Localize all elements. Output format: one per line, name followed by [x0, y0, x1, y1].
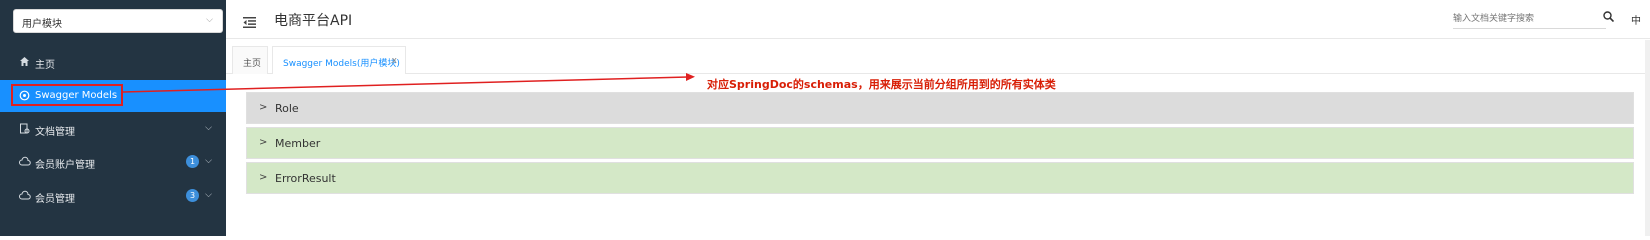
chevron-down-icon: ⌵: [205, 123, 212, 133]
page-title: 电商平台API: [274, 13, 353, 29]
sidebar-item-members[interactable]: 会员管理 3 ⌵: [0, 180, 226, 212]
document-icon: [19, 123, 30, 134]
chevron-right-icon: >: [259, 172, 268, 183]
sidebar-item-documents[interactable]: 文档管理 ⌵: [0, 113, 226, 145]
cloud-icon: [19, 190, 31, 201]
chevron-down-icon: ⌵: [206, 15, 213, 25]
chevron-right-icon: >: [259, 137, 268, 148]
chevron-down-icon: ⌵: [205, 156, 212, 166]
model-name: ErrorResult: [275, 172, 336, 185]
sidebar-item-label: 会员管理: [35, 194, 75, 205]
model-row-errorresult[interactable]: > ErrorResult: [246, 162, 1634, 194]
tab-swagger-models[interactable]: Swagger Models(用户模块) x: [272, 46, 406, 74]
chevron-down-icon: ⌵: [205, 190, 212, 200]
tab-label: Swagger Models(用户模块): [283, 59, 400, 69]
top-header: 电商平台API 中: [226, 0, 1650, 39]
close-icon[interactable]: x: [392, 56, 397, 66]
model-name: Member: [275, 137, 321, 150]
model-name: Role: [275, 102, 299, 115]
group-select-value: 用户模块: [22, 19, 62, 30]
home-icon: [19, 56, 30, 67]
scrollbar[interactable]: [1645, 40, 1650, 236]
model-row-member[interactable]: > Member: [246, 127, 1634, 159]
count-badge: 1: [186, 155, 199, 168]
search-input[interactable]: [1453, 10, 1606, 29]
sidebar-item-label: 文档管理: [35, 127, 75, 138]
language-toggle[interactable]: 中: [1631, 12, 1641, 27]
tab-label: 主页: [243, 59, 262, 69]
sidebar: 用户模块 ⌵ 主页 Swagger Models 文档管理 ⌵ 会员账户管理 1…: [0, 0, 226, 236]
annotation-text: 对应SpringDoc的schemas，用来展示当前分组所用到的所有实体类: [707, 78, 1056, 91]
sidebar-item-member-accounts[interactable]: 会员账户管理 1 ⌵: [0, 146, 226, 178]
model-row-role[interactable]: > Role: [246, 92, 1634, 124]
highlight-box: [11, 84, 123, 106]
sidebar-item-label: 会员账户管理: [35, 160, 95, 171]
menu-fold-icon[interactable]: [243, 13, 256, 28]
chevron-right-icon: >: [259, 102, 268, 113]
tab-bar: 主页 Swagger Models(用户模块) x: [226, 40, 1650, 74]
sidebar-item-home[interactable]: 主页: [0, 46, 226, 78]
group-select[interactable]: 用户模块 ⌵: [13, 9, 223, 33]
count-badge: 3: [186, 189, 199, 202]
sidebar-item-label: 主页: [35, 60, 55, 71]
cloud-icon: [19, 156, 31, 167]
tab-home[interactable]: 主页: [232, 46, 268, 74]
search-icon[interactable]: [1603, 11, 1615, 25]
